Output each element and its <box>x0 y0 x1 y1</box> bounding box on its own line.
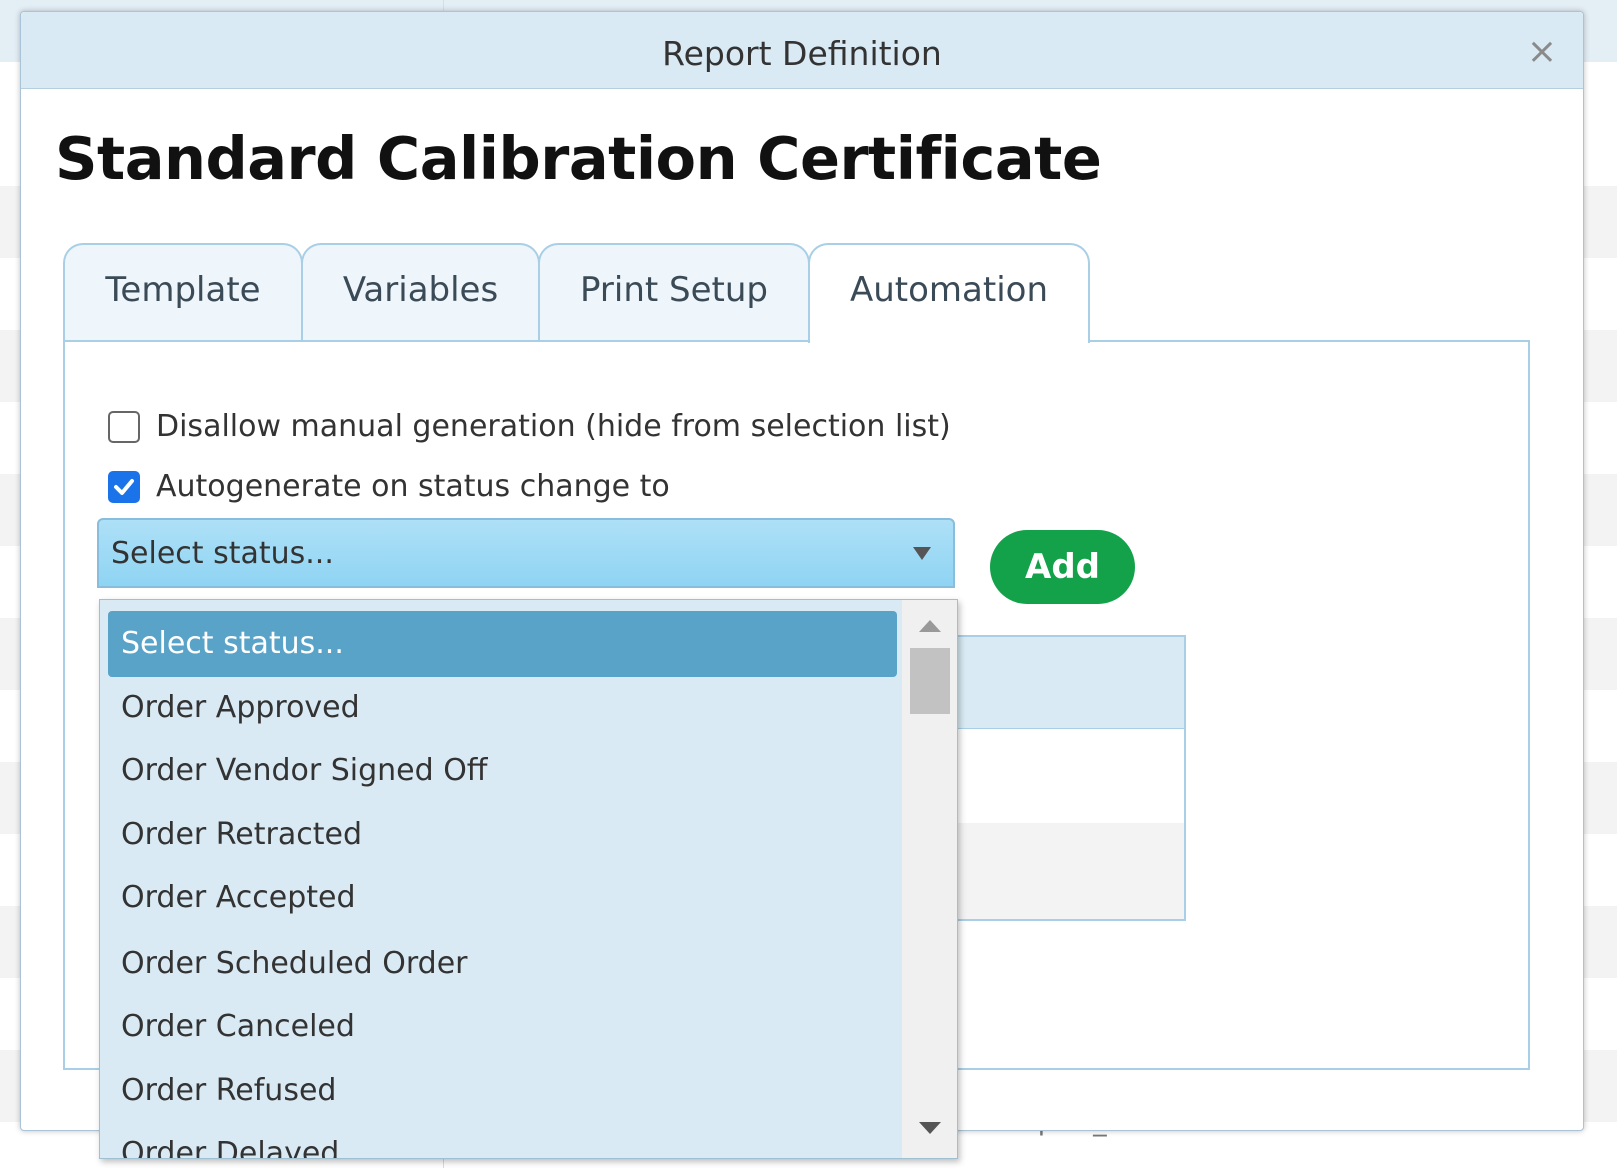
dropdown-option[interactable]: Order Approved <box>108 675 897 741</box>
scroll-down-icon[interactable] <box>919 1122 941 1134</box>
dropdown-option[interactable]: Select status... <box>108 611 897 677</box>
autogenerate-checkbox[interactable] <box>108 470 140 503</box>
chevron-down-icon <box>913 547 931 560</box>
close-icon[interactable]: × <box>1527 34 1557 70</box>
disallow-manual-row: Disallow manual generation (hide from se… <box>108 409 951 444</box>
autogenerate-label: Autogenerate on status change to <box>156 469 670 504</box>
dropdown-scrollbar[interactable] <box>902 600 957 1158</box>
tab-variables[interactable]: Variables <box>301 243 540 341</box>
dropdown-option[interactable]: Order Retracted <box>108 802 897 868</box>
status-table-header <box>928 637 1184 729</box>
status-select[interactable]: Select status... <box>97 518 955 588</box>
table-row <box>928 823 1184 919</box>
tab-print-setup[interactable]: Print Setup <box>538 243 810 341</box>
disallow-manual-label: Disallow manual generation (hide from se… <box>156 409 951 444</box>
scroll-up-icon[interactable] <box>919 620 941 632</box>
status-select-value: Select status... <box>111 536 334 571</box>
disallow-manual-checkbox[interactable] <box>108 410 140 443</box>
add-button[interactable]: Add <box>990 530 1135 604</box>
scroll-thumb[interactable] <box>910 648 950 714</box>
checkmark-icon <box>114 478 134 495</box>
autogenerate-row: Autogenerate on status change to <box>108 469 670 504</box>
report-name-heading: Standard Calibration Certificate <box>55 124 1102 193</box>
dropdown-option[interactable]: Order Refused <box>108 1058 897 1124</box>
tab-template[interactable]: Template <box>63 243 303 341</box>
dropdown-option[interactable]: Order Canceled <box>108 994 897 1060</box>
dropdown-option[interactable]: Order Accepted <box>108 865 897 931</box>
tab-automation[interactable]: Automation <box>808 243 1090 343</box>
dialog-title: Report Definition <box>662 34 942 73</box>
dropdown-option[interactable]: Order Vendor Signed Off <box>108 738 897 804</box>
dropdown-option[interactable]: Order Delayed <box>108 1121 897 1158</box>
status-dropdown-list: Select status... Order Approved Order Ve… <box>99 599 958 1159</box>
dialog-titlebar: Report Definition × <box>21 12 1583 89</box>
status-table <box>926 635 1186 921</box>
dropdown-option[interactable]: Order Scheduled Order <box>108 931 897 997</box>
